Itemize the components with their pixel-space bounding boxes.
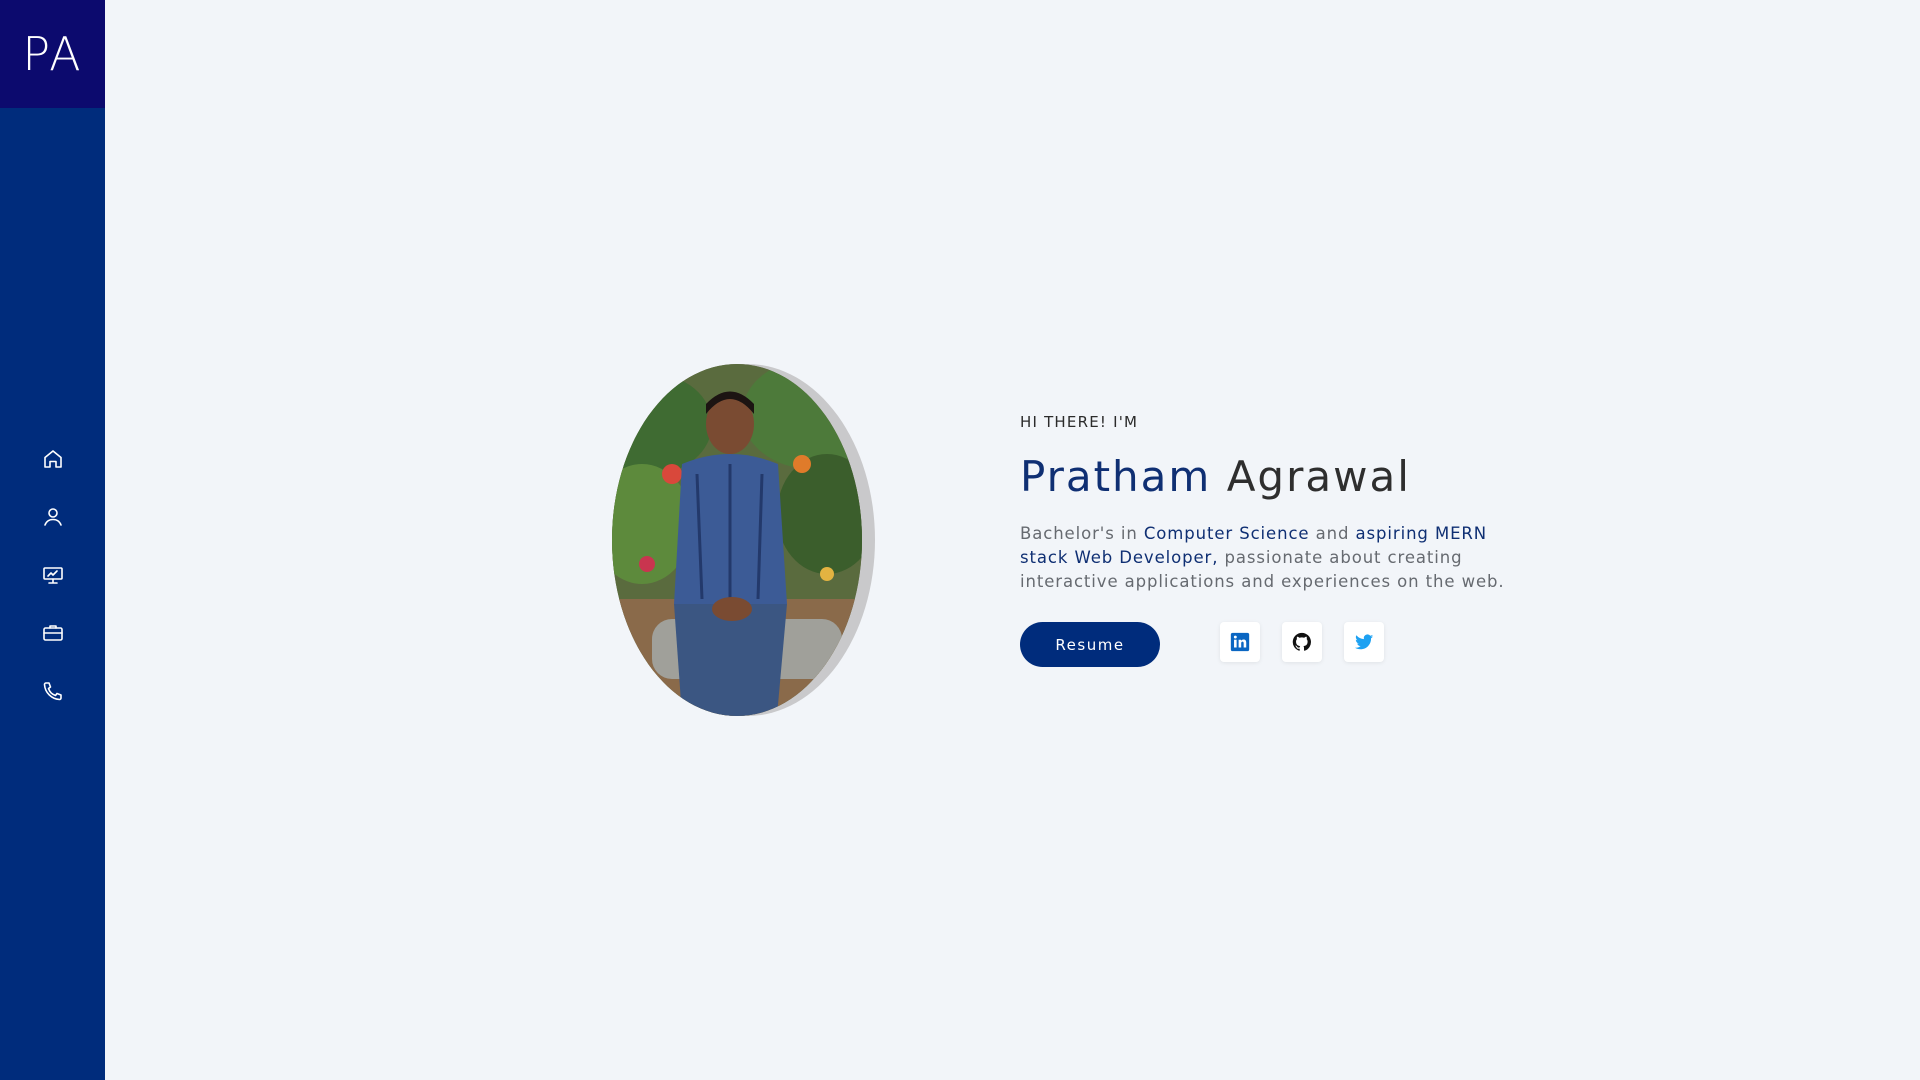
bio-highlight-cs: Computer Science xyxy=(1143,524,1310,543)
bio-description: Bachelor's in Computer Science and aspir… xyxy=(1020,522,1520,594)
home-icon xyxy=(43,450,62,468)
greeting: HI THERE! I'M xyxy=(1020,413,1139,431)
twitter-link[interactable] xyxy=(1344,622,1384,662)
profile-photo-frame xyxy=(612,364,875,716)
twitter-icon xyxy=(1354,634,1374,650)
linkedin-link[interactable] xyxy=(1220,622,1260,662)
logo[interactable]: PA xyxy=(0,0,105,108)
nav-about[interactable] xyxy=(0,488,105,546)
sidebar: PA xyxy=(0,0,105,1080)
nav-projects[interactable] xyxy=(0,546,105,604)
nav-experience[interactable] xyxy=(0,604,105,662)
github-link[interactable] xyxy=(1282,622,1322,662)
user-icon xyxy=(43,508,62,526)
first-name: Pratham xyxy=(1020,452,1212,501)
resume-button[interactable]: Resume xyxy=(1020,622,1160,667)
page-title: Pratham Agrawal xyxy=(1020,452,1411,501)
briefcase-icon xyxy=(42,625,63,641)
linkedin-icon xyxy=(1230,632,1250,652)
phone-icon xyxy=(43,682,62,701)
projects-icon xyxy=(42,567,63,584)
github-icon xyxy=(1292,632,1311,651)
bio-text-1: Bachelor's in xyxy=(1020,524,1144,543)
nav-home[interactable] xyxy=(0,430,105,488)
profile-photo xyxy=(612,364,862,716)
nav-contact[interactable] xyxy=(0,662,105,720)
last-name: Agrawal xyxy=(1226,452,1411,501)
bio-text-2: and xyxy=(1309,524,1356,543)
sidebar-nav xyxy=(0,430,105,720)
